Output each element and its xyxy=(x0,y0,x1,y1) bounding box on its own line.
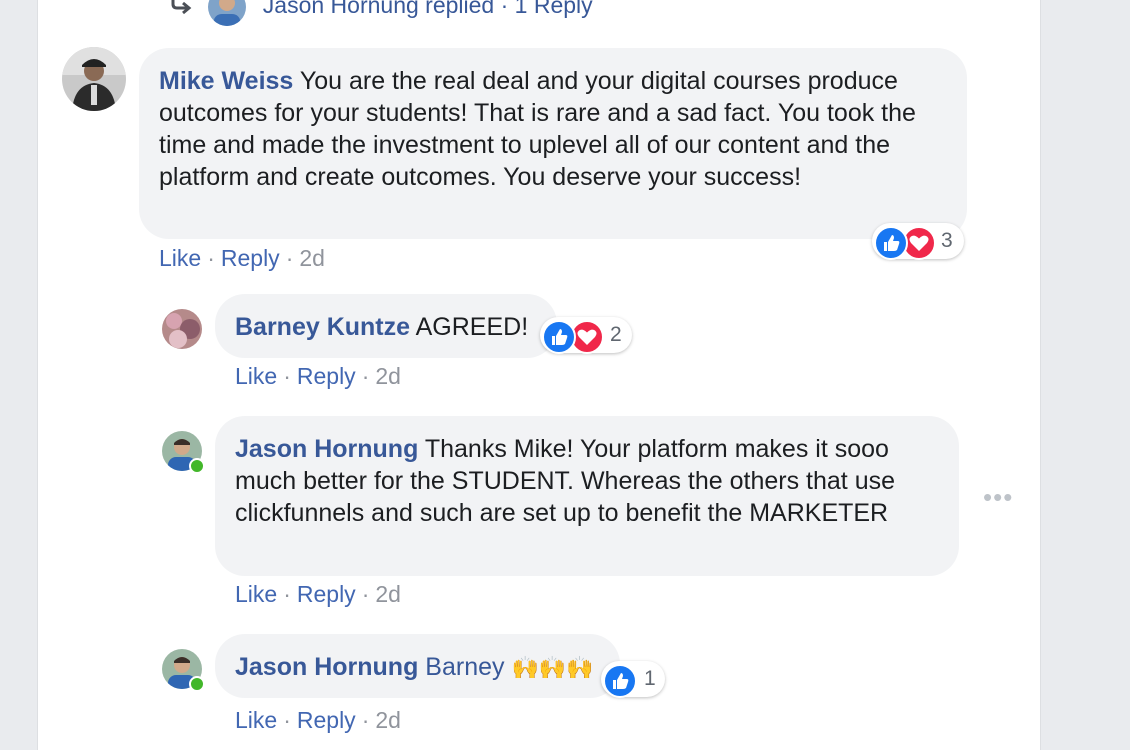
separator: · xyxy=(283,707,291,733)
comment-bubble: Mike Weiss You are the real deal and you… xyxy=(139,48,967,239)
reaction-summary[interactable]: 3 xyxy=(872,223,964,260)
reply-link[interactable]: Reply xyxy=(297,581,356,607)
like-icon xyxy=(874,226,908,260)
replies-link[interactable]: Jason Hornung replied · 1 Reply xyxy=(168,0,593,26)
comment-author[interactable]: Jason Hornung xyxy=(235,435,418,463)
comment-bubble: Barney Kuntze AGREED! xyxy=(215,294,557,358)
separator: · xyxy=(207,245,215,271)
comment-author[interactable]: Barney Kuntze xyxy=(235,313,410,341)
reaction-count: 1 xyxy=(644,667,656,690)
online-indicator xyxy=(189,676,205,692)
separator: · xyxy=(285,245,294,271)
separator: · xyxy=(283,363,291,389)
online-indicator xyxy=(189,458,205,474)
separator: · xyxy=(361,707,370,733)
raised-hands-emoji: 🙌🙌🙌 xyxy=(511,655,594,680)
comment-author[interactable]: Mike Weiss xyxy=(159,67,293,95)
separator: · xyxy=(361,363,370,389)
like-icon xyxy=(603,664,637,698)
like-icon xyxy=(542,320,576,354)
reply-link[interactable]: Reply xyxy=(297,707,356,733)
replies-link-text[interactable]: Jason Hornung replied · 1 Reply xyxy=(263,0,593,18)
like-link[interactable]: Like xyxy=(235,581,277,607)
reaction-count: 2 xyxy=(610,323,622,346)
comments-panel: Jason Hornung replied · 1 Reply Mike Wei… xyxy=(37,0,1041,750)
comment-time[interactable]: 2d xyxy=(375,707,401,733)
like-link[interactable]: Like xyxy=(235,363,277,389)
like-link[interactable]: Like xyxy=(159,245,201,271)
comment-text: Barney xyxy=(425,653,505,681)
comment-actions: Like · Reply · 2d xyxy=(235,580,401,608)
reply-link[interactable]: Reply xyxy=(221,245,280,271)
more-options-icon[interactable]: ••• xyxy=(983,484,1013,510)
reply-link[interactable]: Reply xyxy=(297,363,356,389)
like-link[interactable]: Like xyxy=(235,707,277,733)
comment-time[interactable]: 2d xyxy=(375,363,401,389)
comment-text: AGREED! xyxy=(415,313,529,341)
comment-bubble: Jason Hornung Thanks Mike! Your platform… xyxy=(215,416,959,576)
comment-actions: Like · Reply · 2d xyxy=(235,706,401,734)
comment-bubble: Jason Hornung Barney 🙌🙌🙌 xyxy=(215,634,620,698)
comment-actions: Like · Reply · 2d xyxy=(159,244,325,272)
comment-actions: Like · Reply · 2d xyxy=(235,362,401,390)
comment-author[interactable]: Jason Hornung xyxy=(235,653,418,681)
reply-arrow-icon xyxy=(171,0,192,15)
reaction-summary[interactable]: 2 xyxy=(540,317,632,354)
comment-time[interactable]: 2d xyxy=(375,581,401,607)
avatar[interactable] xyxy=(208,0,247,26)
comment-time[interactable]: 2d xyxy=(299,245,325,271)
reaction-count: 3 xyxy=(941,229,953,252)
separator: · xyxy=(361,581,370,607)
reaction-summary[interactable]: 1 xyxy=(601,661,665,698)
avatar[interactable] xyxy=(62,47,126,111)
avatar[interactable] xyxy=(162,309,202,349)
separator: · xyxy=(283,581,291,607)
